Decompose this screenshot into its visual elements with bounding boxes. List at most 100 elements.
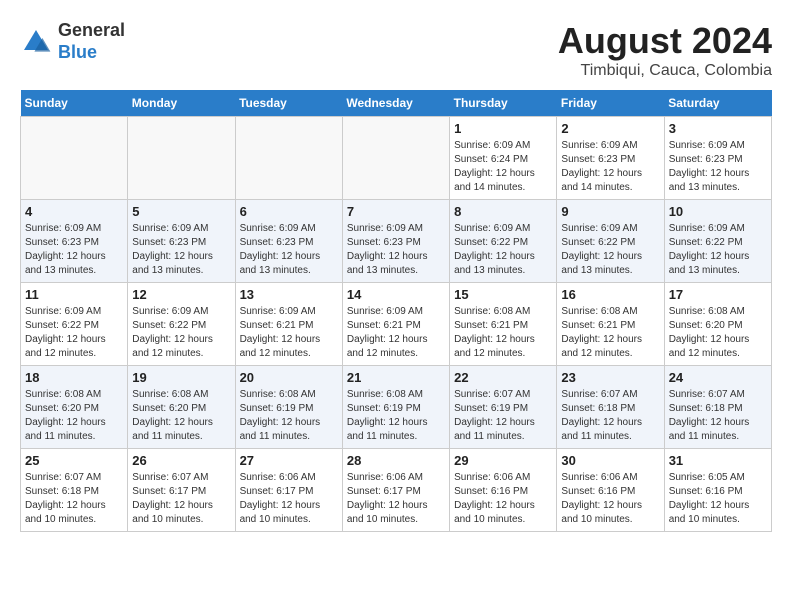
calendar-day-cell <box>342 117 449 200</box>
day-info: Sunrise: 6:08 AM Sunset: 6:19 PM Dayligh… <box>240 388 338 444</box>
calendar-day-cell: 21Sunrise: 6:08 AM Sunset: 6:19 PM Dayli… <box>342 366 449 449</box>
day-number: 5 <box>132 204 230 219</box>
day-info: Sunrise: 6:07 AM Sunset: 6:18 PM Dayligh… <box>25 471 123 527</box>
page-header: General Blue August 2024 Timbiqui, Cauca… <box>20 20 772 80</box>
day-number: 14 <box>347 287 445 302</box>
day-number: 30 <box>561 453 659 468</box>
day-info: Sunrise: 6:09 AM Sunset: 6:23 PM Dayligh… <box>669 139 767 195</box>
day-number: 6 <box>240 204 338 219</box>
day-number: 19 <box>132 370 230 385</box>
day-number: 29 <box>454 453 552 468</box>
calendar-day-cell: 31Sunrise: 6:05 AM Sunset: 6:16 PM Dayli… <box>664 449 771 532</box>
day-info: Sunrise: 6:09 AM Sunset: 6:22 PM Dayligh… <box>25 305 123 361</box>
day-info: Sunrise: 6:09 AM Sunset: 6:22 PM Dayligh… <box>669 222 767 278</box>
calendar-day-cell: 2 Sunrise: 6:09 AM Sunset: 6:23 PM Daylig… <box>557 117 664 200</box>
day-number: 4 <box>25 204 123 219</box>
day-info: Sunrise: 6:09 AM Sunset: 6:23 PM Dayligh… <box>132 222 230 278</box>
day-of-week-header: Wednesday <box>342 90 449 117</box>
day-of-week-header: Tuesday <box>235 90 342 117</box>
day-info: Sunrise: 6:05 AM Sunset: 6:16 PM Dayligh… <box>669 471 767 527</box>
calendar-day-cell <box>235 117 342 200</box>
day-number: 7 <box>347 204 445 219</box>
day-info: Sunrise: 6:08 AM Sunset: 6:20 PM Dayligh… <box>25 388 123 444</box>
title-area: August 2024 Timbiqui, Cauca, Colombia <box>558 20 772 80</box>
calendar-day-cell: 9Sunrise: 6:09 AM Sunset: 6:22 PM Daylig… <box>557 200 664 283</box>
day-info: Sunrise: 6:06 AM Sunset: 6:17 PM Dayligh… <box>240 471 338 527</box>
calendar-week-row: 11 Sunrise: 6:09 AM Sunset: 6:22 PM Dayli… <box>21 283 772 366</box>
day-info: Sunrise: 6:09 AM Sunset: 6:23 PM Dayligh… <box>240 222 338 278</box>
calendar-day-cell: 30 Sunrise: 6:06 AM Sunset: 6:16 PM Dayli… <box>557 449 664 532</box>
calendar-day-cell: 25Sunrise: 6:07 AM Sunset: 6:18 PM Dayli… <box>21 449 128 532</box>
day-info: Sunrise: 6:06 AM Sunset: 6:16 PM Dayligh… <box>454 471 552 527</box>
day-info: Sunrise: 6:07 AM Sunset: 6:18 PM Dayligh… <box>669 388 767 444</box>
day-info: Sunrise: 6:09 AM Sunset: 6:22 PM Dayligh… <box>132 305 230 361</box>
day-number: 3 <box>669 121 767 136</box>
day-info: Sunrise: 6:09 AM Sunset: 6:21 PM Dayligh… <box>240 305 338 361</box>
calendar-day-cell: 27 Sunrise: 6:06 AM Sunset: 6:17 PM Dayli… <box>235 449 342 532</box>
day-of-week-header: Thursday <box>450 90 557 117</box>
calendar-day-cell: 6 Sunrise: 6:09 AM Sunset: 6:23 PM Daylig… <box>235 200 342 283</box>
day-info: Sunrise: 6:08 AM Sunset: 6:21 PM Dayligh… <box>454 305 552 361</box>
calendar-day-cell: 13Sunrise: 6:09 AM Sunset: 6:21 PM Dayli… <box>235 283 342 366</box>
calendar-header-row: SundayMondayTuesdayWednesdayThursdayFrid… <box>21 90 772 117</box>
day-of-week-header: Monday <box>128 90 235 117</box>
day-number: 8 <box>454 204 552 219</box>
calendar-week-row: 18Sunrise: 6:08 AM Sunset: 6:20 PM Dayli… <box>21 366 772 449</box>
calendar-day-cell: 14 Sunrise: 6:09 AM Sunset: 6:21 PM Dayli… <box>342 283 449 366</box>
day-info: Sunrise: 6:07 AM Sunset: 6:19 PM Dayligh… <box>454 388 552 444</box>
calendar-day-cell: 4 Sunrise: 6:09 AM Sunset: 6:23 PM Daylig… <box>21 200 128 283</box>
logo-general: General <box>58 20 125 40</box>
day-number: 17 <box>669 287 767 302</box>
day-info: Sunrise: 6:09 AM Sunset: 6:23 PM Dayligh… <box>347 222 445 278</box>
day-number: 27 <box>240 453 338 468</box>
day-number: 26 <box>132 453 230 468</box>
calendar-day-cell <box>21 117 128 200</box>
logo-icon <box>20 26 52 58</box>
day-info: Sunrise: 6:09 AM Sunset: 6:22 PM Dayligh… <box>454 222 552 278</box>
day-number: 23 <box>561 370 659 385</box>
calendar-week-row: 1Sunrise: 6:09 AM Sunset: 6:24 PM Daylig… <box>21 117 772 200</box>
logo-blue: Blue <box>58 42 97 62</box>
calendar-day-cell: 3 Sunrise: 6:09 AM Sunset: 6:23 PM Daylig… <box>664 117 771 200</box>
calendar-day-cell: 22 Sunrise: 6:07 AM Sunset: 6:19 PM Dayli… <box>450 366 557 449</box>
calendar-day-cell: 17Sunrise: 6:08 AM Sunset: 6:20 PM Dayli… <box>664 283 771 366</box>
day-number: 28 <box>347 453 445 468</box>
calendar-day-cell: 8 Sunrise: 6:09 AM Sunset: 6:22 PM Daylig… <box>450 200 557 283</box>
logo-text: General Blue <box>58 20 125 63</box>
calendar-day-cell: 19 Sunrise: 6:08 AM Sunset: 6:20 PM Dayli… <box>128 366 235 449</box>
calendar-day-cell <box>128 117 235 200</box>
calendar-day-cell: 18Sunrise: 6:08 AM Sunset: 6:20 PM Dayli… <box>21 366 128 449</box>
day-number: 20 <box>240 370 338 385</box>
calendar-day-cell: 5 Sunrise: 6:09 AM Sunset: 6:23 PM Daylig… <box>128 200 235 283</box>
day-of-week-header: Saturday <box>664 90 771 117</box>
calendar-day-cell: 7 Sunrise: 6:09 AM Sunset: 6:23 PM Daylig… <box>342 200 449 283</box>
day-info: Sunrise: 6:09 AM Sunset: 6:23 PM Dayligh… <box>25 222 123 278</box>
calendar-table: SundayMondayTuesdayWednesdayThursdayFrid… <box>20 90 772 532</box>
day-info: Sunrise: 6:08 AM Sunset: 6:21 PM Dayligh… <box>561 305 659 361</box>
day-number: 24 <box>669 370 767 385</box>
calendar-body: 1Sunrise: 6:09 AM Sunset: 6:24 PM Daylig… <box>21 117 772 532</box>
logo: General Blue <box>20 20 125 63</box>
day-number: 22 <box>454 370 552 385</box>
calendar-day-cell: 23 Sunrise: 6:07 AM Sunset: 6:18 PM Dayli… <box>557 366 664 449</box>
calendar-day-cell: 15 Sunrise: 6:08 AM Sunset: 6:21 PM Dayli… <box>450 283 557 366</box>
day-info: Sunrise: 6:08 AM Sunset: 6:20 PM Dayligh… <box>132 388 230 444</box>
calendar-day-cell: 28 Sunrise: 6:06 AM Sunset: 6:17 PM Dayli… <box>342 449 449 532</box>
day-number: 12 <box>132 287 230 302</box>
month-year-title: August 2024 <box>558 20 772 62</box>
calendar-day-cell: 10Sunrise: 6:09 AM Sunset: 6:22 PM Dayli… <box>664 200 771 283</box>
day-info: Sunrise: 6:09 AM Sunset: 6:21 PM Dayligh… <box>347 305 445 361</box>
day-number: 9 <box>561 204 659 219</box>
day-of-week-header: Friday <box>557 90 664 117</box>
day-number: 2 <box>561 121 659 136</box>
calendar-day-cell: 11 Sunrise: 6:09 AM Sunset: 6:22 PM Dayli… <box>21 283 128 366</box>
day-info: Sunrise: 6:07 AM Sunset: 6:18 PM Dayligh… <box>561 388 659 444</box>
day-number: 21 <box>347 370 445 385</box>
location-subtitle: Timbiqui, Cauca, Colombia <box>558 62 772 80</box>
day-info: Sunrise: 6:06 AM Sunset: 6:17 PM Dayligh… <box>347 471 445 527</box>
day-number: 15 <box>454 287 552 302</box>
day-number: 11 <box>25 287 123 302</box>
day-info: Sunrise: 6:06 AM Sunset: 6:16 PM Dayligh… <box>561 471 659 527</box>
calendar-week-row: 25Sunrise: 6:07 AM Sunset: 6:18 PM Dayli… <box>21 449 772 532</box>
day-info: Sunrise: 6:09 AM Sunset: 6:23 PM Dayligh… <box>561 139 659 195</box>
